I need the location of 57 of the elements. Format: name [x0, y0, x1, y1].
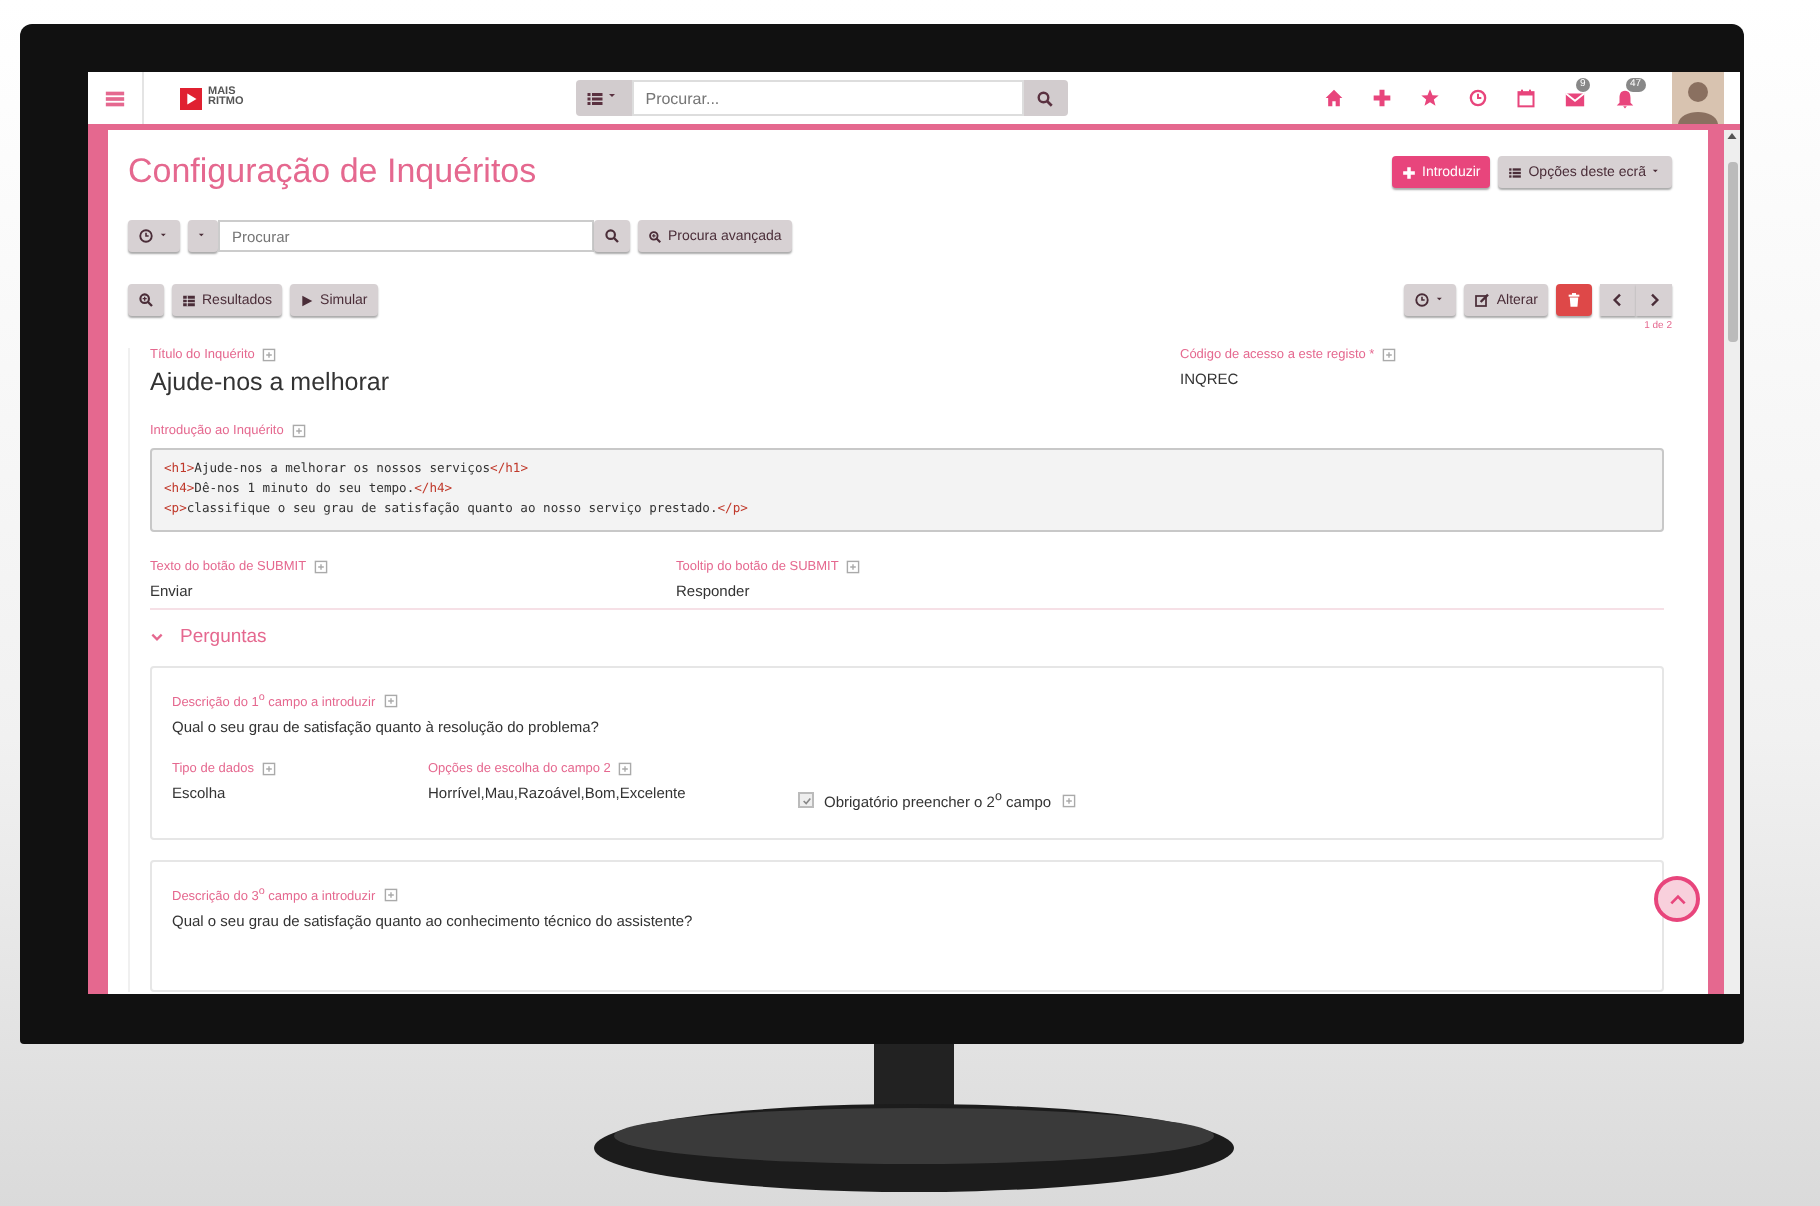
- expand-icon[interactable]: [1061, 793, 1076, 808]
- expand-icon[interactable]: [261, 762, 276, 777]
- table-icon: [182, 293, 196, 307]
- trash-icon: [1566, 292, 1582, 308]
- next-button[interactable]: [1636, 284, 1672, 316]
- list-icon: [1508, 165, 1523, 179]
- chevron-left-icon: [1610, 292, 1626, 308]
- edit-icon: [1474, 292, 1491, 308]
- survey-title: Ajude-nos a melhorar: [150, 368, 392, 396]
- zoom-in-icon: [138, 292, 154, 308]
- home-icon[interactable]: [1324, 88, 1344, 108]
- play-icon: [300, 293, 315, 307]
- clock-icon[interactable]: [1468, 88, 1488, 108]
- menu-icon[interactable]: [104, 87, 126, 109]
- expand-icon[interactable]: [314, 560, 329, 574]
- search-icon: [604, 228, 620, 244]
- previous-button[interactable]: [1600, 284, 1636, 316]
- search-icon: [1036, 89, 1055, 107]
- chevron-icon[interactable]: [150, 630, 164, 644]
- expand-icon[interactable]: [383, 887, 398, 902]
- page-title: Configuração de Inquéritos: [128, 152, 537, 192]
- mail-icon[interactable]: [1564, 87, 1586, 109]
- expand-icon[interactable]: [618, 762, 633, 777]
- expand-icon[interactable]: [1382, 348, 1397, 362]
- caret-icon: [1436, 295, 1447, 305]
- caret-icon: [1652, 167, 1662, 177]
- chevron-up-icon: [1667, 889, 1687, 909]
- zoom-button[interactable]: [128, 284, 164, 316]
- list-icon: [586, 89, 605, 107]
- caret-icon: [198, 231, 208, 241]
- chevron-right-icon: [1646, 292, 1662, 308]
- bell-icon[interactable]: [1614, 87, 1636, 109]
- star-icon[interactable]: [1420, 88, 1440, 108]
- search-button[interactable]: [1023, 80, 1068, 116]
- expand-icon[interactable]: [383, 694, 398, 709]
- delete-button[interactable]: [1556, 284, 1592, 316]
- avatar-silhouette[interactable]: [1672, 72, 1724, 124]
- expand-icon[interactable]: [846, 560, 861, 574]
- checkbox[interactable]: [798, 792, 814, 809]
- clock-icon: [1414, 292, 1431, 308]
- caret-icon: [160, 231, 170, 241]
- scrollbar[interactable]: [1724, 130, 1740, 994]
- expand-icon[interactable]: [291, 424, 306, 438]
- record-options-button[interactable]: [1404, 284, 1457, 316]
- scrollbar-thumb[interactable]: [1727, 162, 1737, 342]
- search-field[interactable]: Procurar...: [631, 80, 1024, 116]
- scroll-to-top-button[interactable]: [1654, 876, 1700, 922]
- calendar-icon[interactable]: [1516, 88, 1536, 108]
- plus-icon[interactable]: [1372, 88, 1392, 108]
- zoom-in-icon: [648, 229, 662, 243]
- list-dropdown-button[interactable]: [575, 80, 632, 116]
- plus-icon: [1402, 165, 1417, 179]
- tick-icon: [801, 795, 811, 806]
- search-button[interactable]: [594, 220, 630, 252]
- clock-icon: [138, 228, 154, 244]
- history-dropdown-button[interactable]: [128, 220, 180, 252]
- expand-icon[interactable]: [262, 348, 277, 362]
